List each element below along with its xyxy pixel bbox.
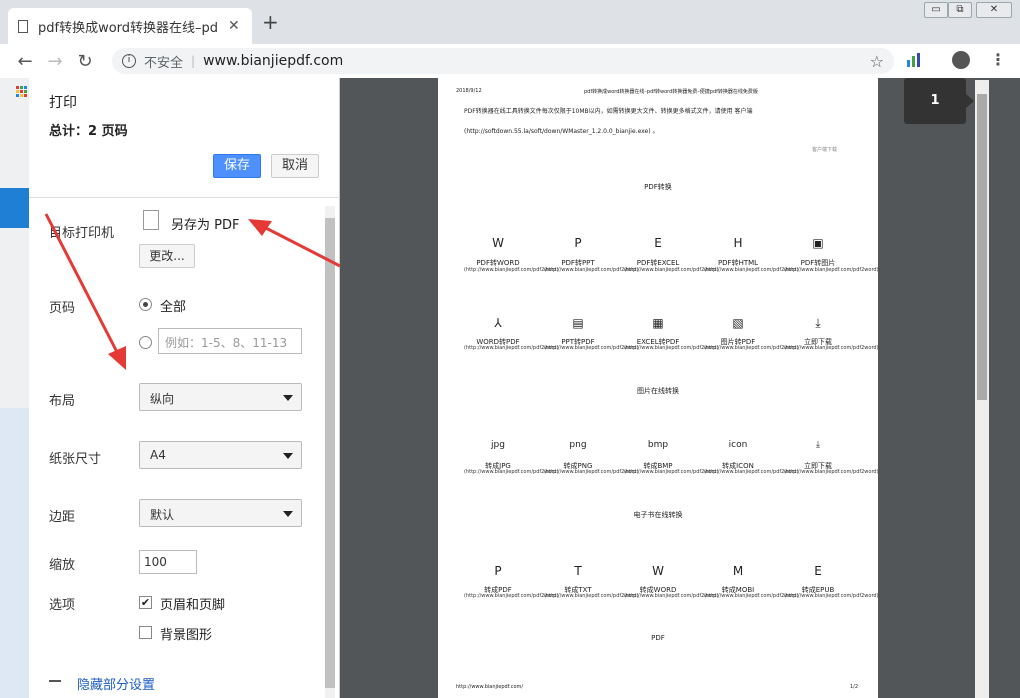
arrow-to-layout [44, 213, 120, 355]
annotation-arrows [44, 213, 341, 370]
arrow-head-icon [248, 219, 272, 236]
arrow-to-destination [261, 224, 341, 268]
